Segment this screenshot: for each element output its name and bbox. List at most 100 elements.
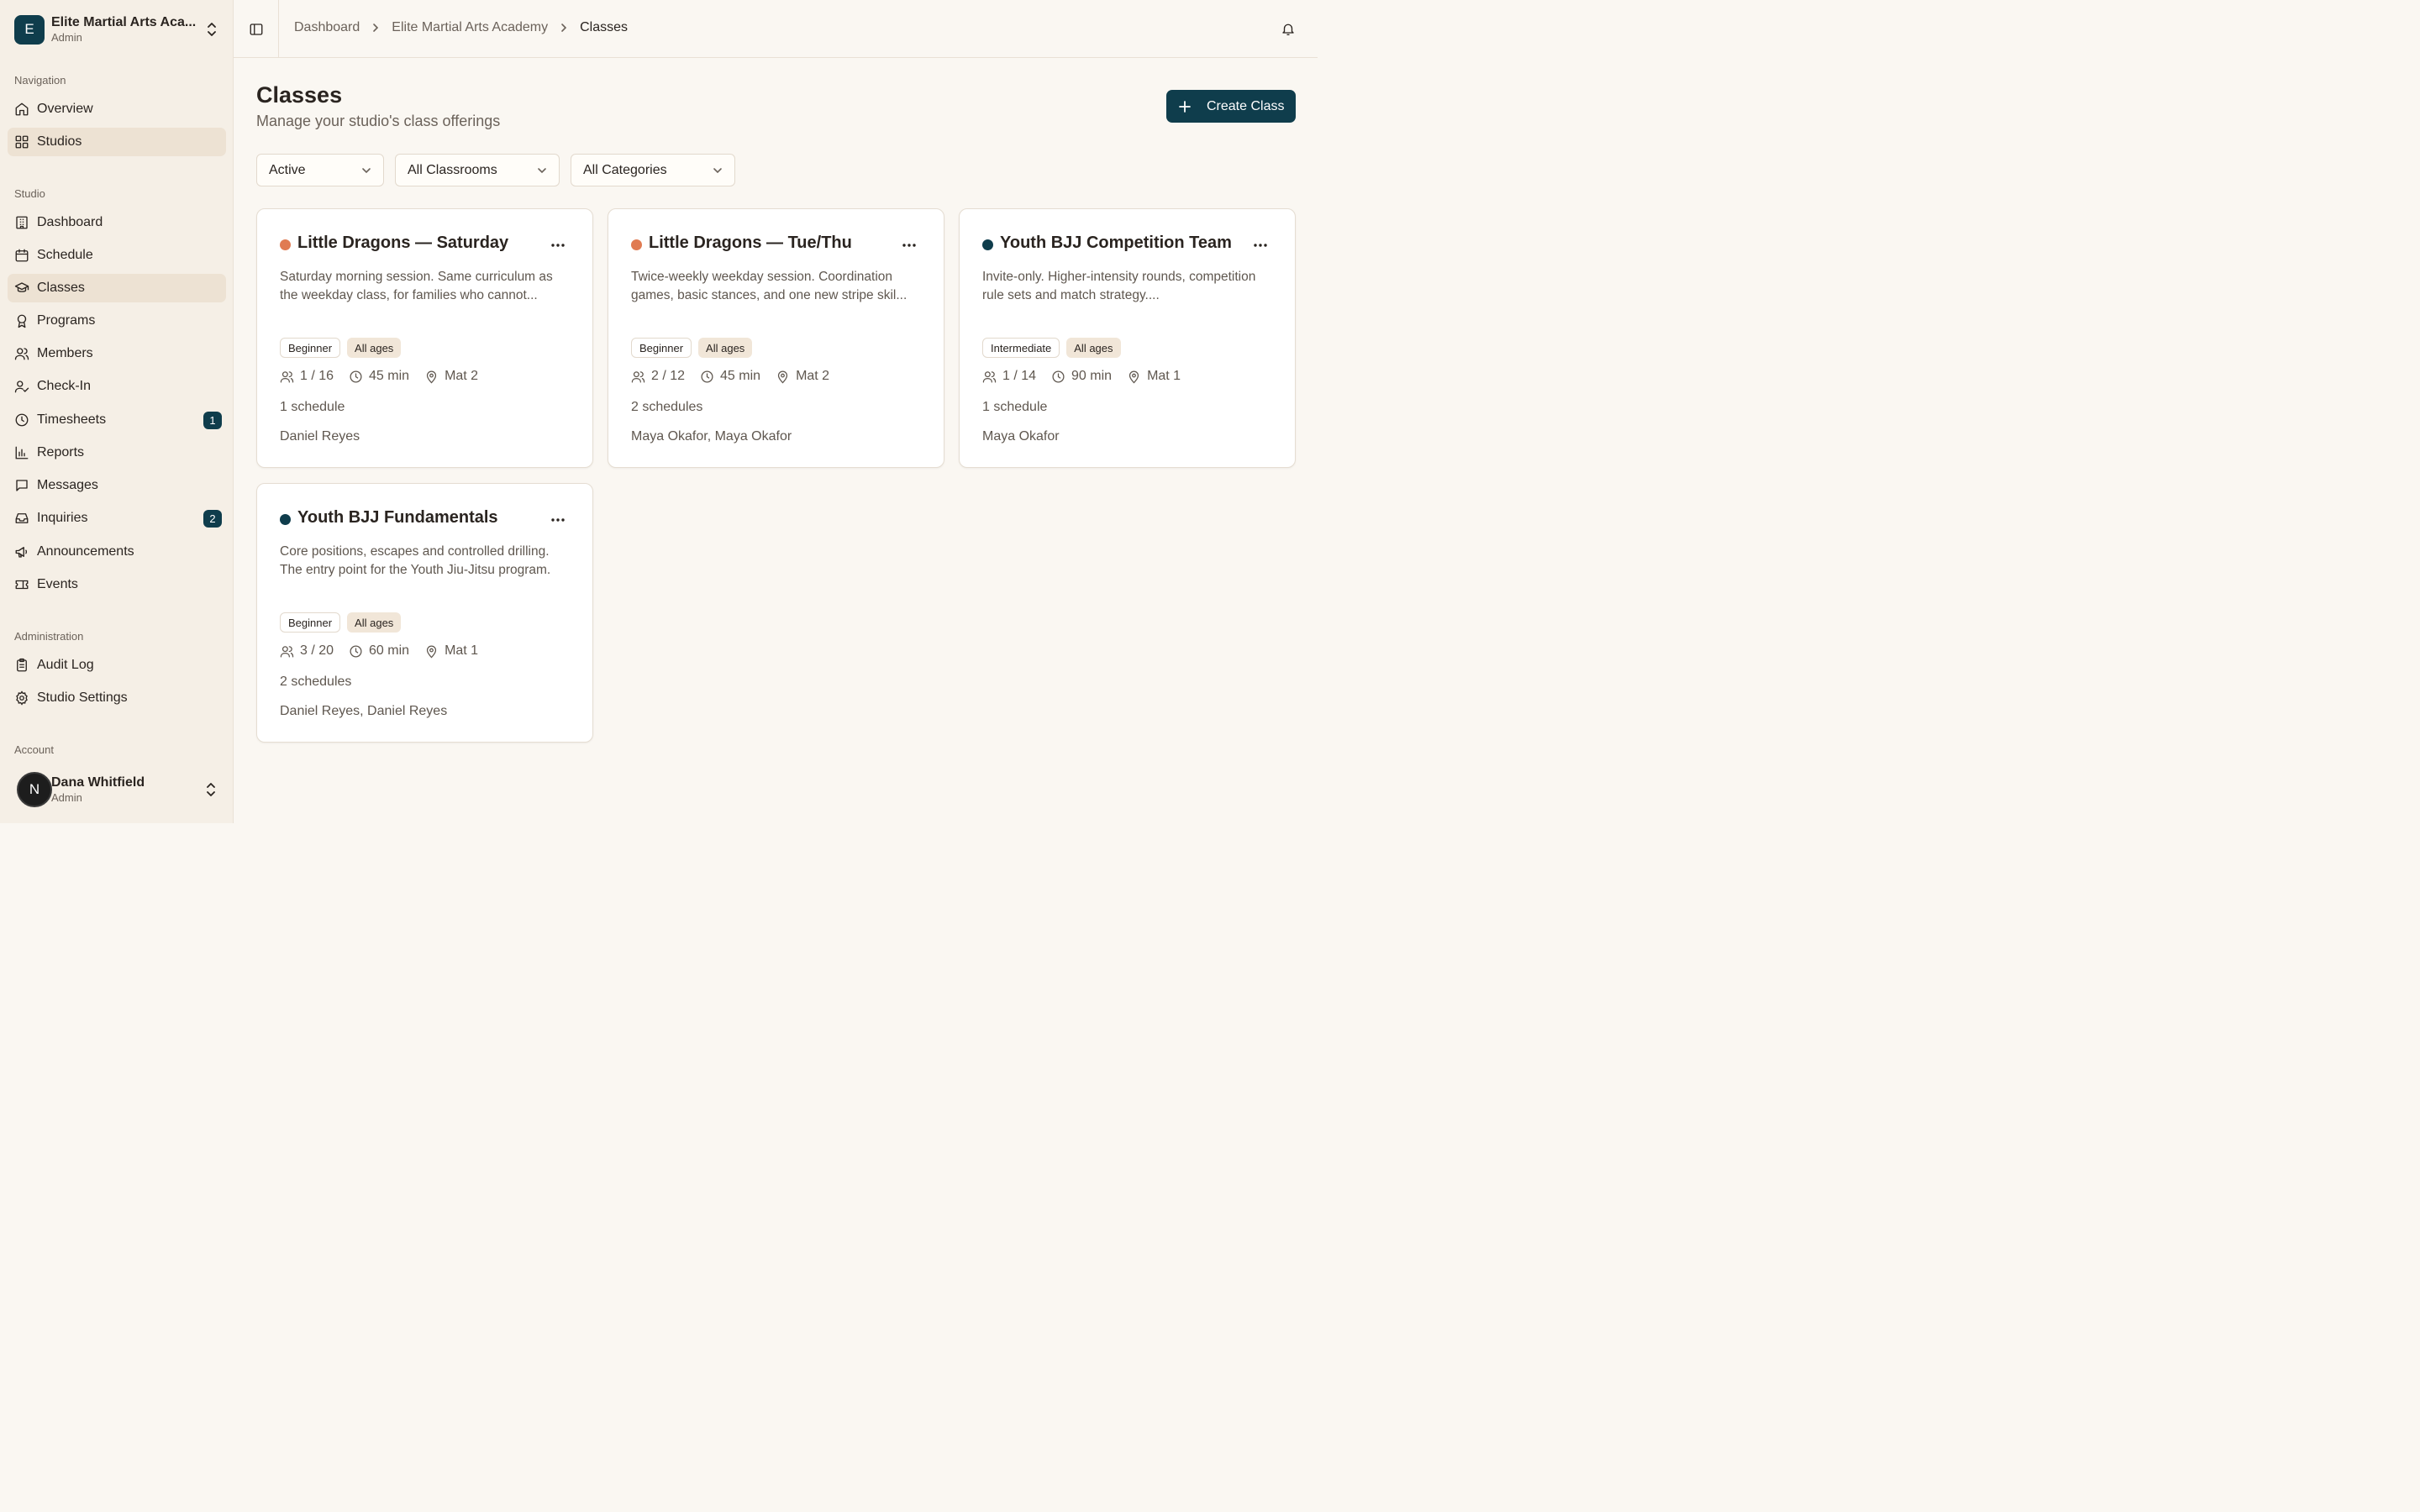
category-filter-select[interactable]: All Categories	[571, 154, 735, 186]
sidebar-item-overview[interactable]: Overview	[8, 95, 226, 123]
breadcrumb-classes: Classes	[580, 20, 629, 34]
map-pin-icon	[1128, 370, 1139, 383]
class-duration: 45 min	[369, 369, 410, 383]
sidebar-item-label: Timesheets	[37, 412, 107, 427]
org-switcher[interactable]: E Elite Martial Arts Aca... Admin	[14, 14, 224, 45]
section-label-navigation: Navigation	[14, 74, 66, 87]
timesheets-badge: 1	[203, 412, 222, 429]
sidebar-item-messages[interactable]: Messages	[8, 471, 226, 500]
more-options-button[interactable]	[900, 236, 918, 255]
chevrons-up-down-icon	[207, 783, 215, 796]
sidebar-item-label: Classes	[37, 281, 85, 295]
sidebar-item-label: Schedule	[37, 248, 93, 262]
map-pin-icon	[777, 370, 788, 383]
class-schedules: 1 schedule	[280, 400, 345, 414]
sidebar-item-programs[interactable]: Programs	[8, 307, 226, 335]
sidebar-item-label: Overview	[37, 102, 93, 116]
clipboard-icon	[17, 658, 27, 672]
ages-tag: All ages	[347, 612, 402, 633]
ages-tag: All ages	[698, 338, 753, 358]
sidebar-item-announcements[interactable]: Announcements	[8, 538, 226, 566]
class-description: Twice-weekly weekday session. Coordinati…	[631, 270, 908, 302]
users-icon	[631, 370, 645, 383]
class-schedules: 2 schedules	[280, 675, 352, 689]
org-role: Admin	[51, 31, 82, 44]
sidebar-toggle-button[interactable]	[234, 0, 279, 58]
class-location: Mat 1	[1147, 369, 1181, 383]
gear-icon	[16, 690, 28, 706]
sidebar-item-label: Inquiries	[37, 511, 88, 525]
clock-icon	[701, 370, 713, 383]
class-capacity: 1 / 16	[300, 369, 334, 383]
chevron-right-icon	[561, 24, 567, 32]
account-switcher[interactable]: N Dana Whitfield Admin	[17, 771, 227, 808]
sidebar-item-label: Events	[37, 577, 78, 591]
sidebar-item-studios[interactable]: Studios	[8, 128, 226, 156]
more-options-button[interactable]	[549, 236, 567, 255]
message-icon	[16, 480, 28, 491]
class-location: Mat 2	[445, 369, 479, 383]
plus-icon	[1179, 100, 1191, 113]
more-horizontal-icon	[902, 244, 916, 247]
more-options-button[interactable]	[1251, 236, 1270, 255]
sidebar-item-label: Messages	[37, 478, 98, 492]
class-location: Mat 1	[445, 643, 479, 658]
sidebar-item-schedule[interactable]: Schedule	[8, 241, 226, 270]
clock-icon	[350, 644, 362, 658]
level-tag: Intermediate	[982, 338, 1060, 358]
class-card[interactable]: Youth BJJ Fundamentals Core positions, e…	[256, 483, 593, 743]
sidebar-item-reports[interactable]: Reports	[8, 438, 226, 467]
class-capacity: 3 / 20	[300, 643, 334, 658]
page-title: Classes	[256, 82, 343, 108]
class-instructors: Daniel Reyes	[280, 429, 360, 444]
sidebar-item-inquiries[interactable]: Inquiries 2	[8, 504, 226, 533]
sidebar-item-members[interactable]: Members	[8, 339, 226, 368]
status-filter-select[interactable]: Active	[256, 154, 384, 186]
class-title: Youth BJJ Competition Team	[1000, 234, 1232, 252]
class-schedules: 2 schedules	[631, 400, 703, 414]
sidebar-item-dashboard[interactable]: Dashboard	[8, 208, 226, 237]
bell-icon[interactable]	[1281, 21, 1296, 37]
sidebar: E Elite Martial Arts Aca... Admin Naviga…	[0, 0, 234, 823]
class-capacity: 2 / 12	[651, 369, 686, 383]
map-pin-icon	[426, 645, 437, 658]
sidebar-item-label: Audit Log	[37, 658, 94, 672]
sidebar-item-classes[interactable]: Classes	[8, 274, 226, 302]
sidebar-item-timesheets[interactable]: Timesheets 1	[8, 406, 226, 434]
breadcrumb-dashboard[interactable]: Dashboard	[294, 20, 360, 35]
bar-chart-icon	[15, 446, 29, 459]
class-card[interactable]: Little Dragons — Saturday Saturday morni…	[256, 208, 593, 468]
create-class-button[interactable]: Create Class	[1166, 90, 1296, 123]
more-horizontal-icon	[551, 244, 565, 247]
sidebar-item-check-in[interactable]: Check-In	[8, 372, 226, 401]
class-description: Saturday morning session. Same curriculu…	[280, 270, 553, 302]
chevron-down-icon	[362, 168, 371, 174]
level-tag: Beginner	[280, 612, 341, 633]
users-icon	[280, 645, 294, 658]
megaphone-icon	[15, 547, 28, 558]
breadcrumb: Dashboard Elite Martial Arts Academy Cla…	[294, 20, 628, 35]
class-duration: 45 min	[720, 369, 761, 383]
sidebar-item-studio-settings[interactable]: Studio Settings	[8, 684, 226, 712]
more-horizontal-icon	[1254, 244, 1267, 247]
sidebar-item-audit-log[interactable]: Audit Log	[8, 651, 226, 680]
class-instructors: Daniel Reyes, Daniel Reyes	[280, 704, 448, 718]
sidebar-item-label: Reports	[37, 445, 85, 459]
breadcrumb-academy[interactable]: Elite Martial Arts Academy	[392, 20, 548, 35]
page-subtitle: Manage your studio's class offerings	[256, 113, 501, 129]
award-icon	[17, 314, 27, 328]
more-options-button[interactable]	[549, 511, 567, 529]
users-icon	[982, 370, 997, 383]
chevron-down-icon	[713, 168, 722, 174]
classroom-filter-select[interactable]: All Classrooms	[395, 154, 560, 186]
class-card[interactable]: Youth BJJ Competition Team Invite-only. …	[959, 208, 1296, 468]
account-role: Admin	[51, 791, 82, 804]
class-description: Core positions, escapes and controlled d…	[280, 544, 551, 577]
sidebar-item-label: Check-In	[37, 379, 92, 393]
status-dot	[280, 239, 291, 250]
class-schedules: 1 schedule	[982, 400, 1048, 414]
class-instructors: Maya Okafor, Maya Okafor	[631, 429, 792, 444]
sidebar-item-events[interactable]: Events	[8, 570, 226, 599]
section-label-administration: Administration	[14, 630, 84, 643]
class-card[interactable]: Little Dragons — Tue/Thu Twice-weekly we…	[608, 208, 944, 468]
